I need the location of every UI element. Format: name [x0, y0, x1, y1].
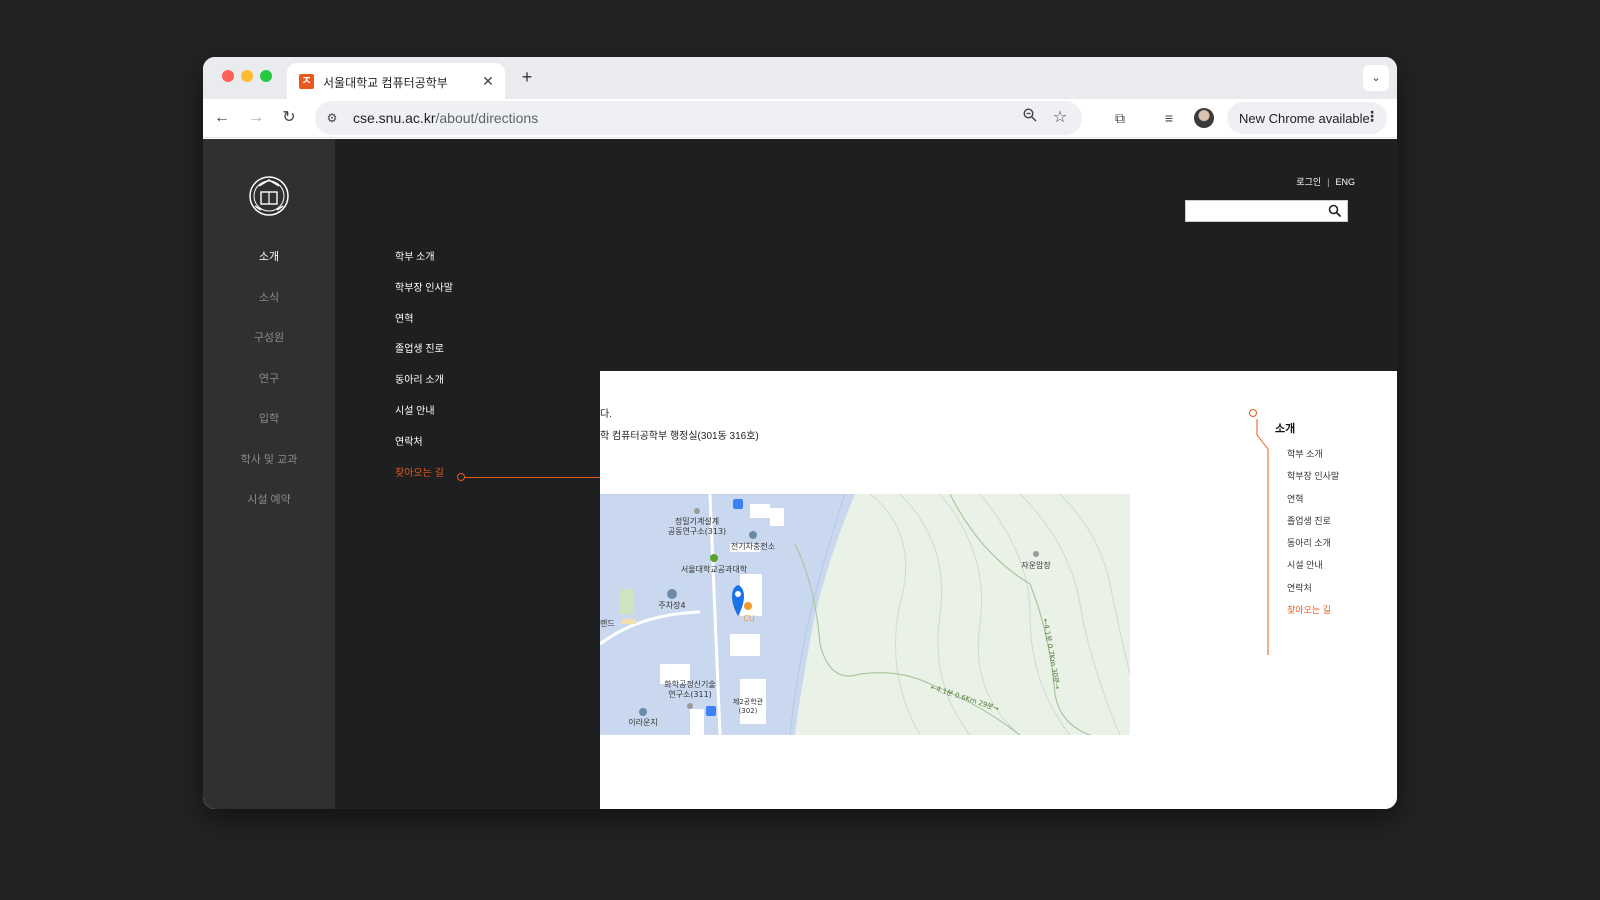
english-link[interactable]: ENG [1335, 177, 1355, 187]
tab-strip: ㅈ 서울대학교 컴퓨터공학부 ✕ + ⌄ [203, 57, 1397, 99]
toc-connector-line [1256, 419, 1269, 655]
active-tab[interactable]: ㅈ 서울대학교 컴퓨터공학부 ✕ [287, 63, 505, 99]
new-tab-button[interactable]: + [516, 66, 538, 88]
directions-text-line-1: 다. [600, 409, 612, 420]
about-submenu: 학부 소개 학부장 인사말 연혁 졸업생 진로 동아리 소개 시설 안내 연락처… [335, 139, 600, 809]
toc-item-clubs[interactable]: 동아리 소개 [1287, 536, 1339, 558]
util-separator: | [1327, 177, 1330, 187]
main-sidebar: 소개 소식 구성원 연구 입학 학사 및 교과 시설 예약 [203, 139, 335, 809]
main-nav-item-reservation[interactable]: 시설 예약 [203, 492, 335, 533]
tab-search-chevron-icon[interactable]: ⌄ [1363, 65, 1389, 91]
map-label-eng: 서울대학교공과대학 [681, 564, 748, 574]
map-label-cu: CU [743, 614, 755, 623]
main-nav-item-academics[interactable]: 학사 및 교과 [203, 452, 335, 493]
reload-icon[interactable]: ↻ [278, 107, 300, 129]
map-label-parking: 주차장4 [658, 600, 685, 610]
back-arrow-icon[interactable]: ← [211, 107, 233, 129]
toc-item-intro[interactable]: 학부 소개 [1287, 447, 1339, 469]
submenu-item-history[interactable]: 연혁 [395, 313, 453, 344]
submenu-item-directions[interactable]: 찾아오는 길 [395, 467, 453, 498]
snu-favicon-icon: ㅈ [299, 74, 314, 89]
directions-text-line-2: 학 컴퓨터공학부 행정실(301동 316호) [600, 431, 759, 442]
zoom-icon[interactable] [1020, 108, 1040, 128]
extensions-puzzle-icon[interactable]: ⧉ [1109, 107, 1131, 129]
page-header-band: 로그인 | ENG [600, 139, 1397, 371]
browser-toolbar: ← → ↻ ⚙ cse.snu.ac.kr/about/directions ☆… [203, 99, 1397, 138]
update-label: New Chrome available [1239, 111, 1370, 126]
kebab-menu-icon[interactable]: ⋮ [1365, 108, 1379, 125]
map-label-chem-2: 연구소(311) [668, 690, 712, 699]
toc-title: 소개 [1275, 423, 1296, 435]
submenu-active-indicator-dot [457, 473, 465, 481]
map-label-jayun: 자운암장 [1021, 560, 1051, 570]
close-window-button[interactable] [222, 70, 234, 82]
main-nav-item-news[interactable]: 소식 [203, 290, 335, 331]
url-text[interactable]: cse.snu.ac.kr/about/directions [353, 110, 538, 126]
toc-item-history[interactable]: 연혁 [1287, 492, 1339, 514]
map-label-precision: 정밀기계설계 [675, 516, 719, 526]
media-control-icon[interactable]: ≡ [1158, 107, 1180, 129]
site-search-input[interactable] [1185, 200, 1348, 222]
main-nav: 소개 소식 구성원 연구 입학 학사 및 교과 시설 예약 [203, 249, 335, 533]
submenu-item-intro[interactable]: 학부 소개 [395, 251, 453, 282]
profile-avatar[interactable] [1194, 108, 1214, 128]
site-settings-icon[interactable]: ⚙ [323, 109, 341, 127]
chrome-update-button[interactable]: New Chrome available ⋮ [1227, 102, 1387, 134]
minimize-window-button[interactable] [241, 70, 253, 82]
map-label-land: 랜드 [600, 618, 615, 628]
url-path: /about/directions [435, 110, 539, 126]
map-label-chem: 화학공정신기술 [664, 679, 716, 689]
map-label-precision-2: 공동연구소(313) [668, 527, 726, 536]
submenu-list: 학부 소개 학부장 인사말 연혁 졸업생 진로 동아리 소개 시설 안내 연락처… [395, 251, 453, 497]
forward-arrow-icon[interactable]: → [245, 107, 267, 129]
main-nav-item-research[interactable]: 연구 [203, 371, 335, 412]
submenu-item-facilities[interactable]: 시설 안내 [395, 405, 453, 436]
main-nav-item-members[interactable]: 구성원 [203, 330, 335, 371]
toc-list: 학부 소개 학부장 인사말 연혁 졸업생 진로 동아리 소개 시설 안내 연락처… [1287, 447, 1339, 625]
web-page: 소개 소식 구성원 연구 입학 학사 및 교과 시설 예약 학부 소개 학부장 … [203, 139, 1397, 809]
search-icon[interactable] [1328, 204, 1342, 218]
login-link[interactable]: 로그인 [1296, 177, 1321, 187]
bookmark-star-icon[interactable]: ☆ [1050, 108, 1070, 128]
browser-window: ㅈ 서울대학교 컴퓨터공학부 ✕ + ⌄ ← → ↻ ⚙ cse.snu.ac.… [203, 57, 1397, 809]
toc-item-facilities[interactable]: 시설 안내 [1287, 558, 1339, 580]
map-label-power: 전기차충전소 [731, 541, 775, 551]
map-label-eng2-num: (302) [739, 707, 758, 715]
submenu-item-contact[interactable]: 연락처 [395, 436, 453, 467]
submenu-active-indicator-line [461, 477, 600, 478]
campus-map[interactable]: 정밀기계설계 공동연구소(313) 전기차충전소 서울대학교공과대학 주차장4 … [600, 494, 1130, 735]
address-bar[interactable]: ⚙ cse.snu.ac.kr/about/directions ☆ [315, 101, 1082, 135]
utility-links: 로그인 | ENG [1296, 175, 1355, 188]
side-table-of-contents: 소개 학부 소개 학부장 인사말 연혁 졸업생 진로 동아리 소개 시설 안내 … [1249, 409, 1379, 659]
toc-item-greeting[interactable]: 학부장 인사말 [1287, 469, 1339, 491]
toc-item-contact[interactable]: 연락처 [1287, 581, 1339, 603]
main-nav-item-about[interactable]: 소개 [203, 249, 335, 290]
toc-item-directions[interactable]: 찾아오는 길 [1287, 603, 1339, 625]
toc-dot [1249, 409, 1257, 417]
snu-logo-icon[interactable] [247, 174, 291, 218]
submenu-item-greeting[interactable]: 학부장 인사말 [395, 282, 453, 313]
tab-close-icon[interactable]: ✕ [479, 72, 497, 90]
url-host: cse.snu.ac.kr [353, 110, 436, 126]
toc-item-careers[interactable]: 졸업생 진로 [1287, 514, 1339, 536]
maximize-window-button[interactable] [260, 70, 272, 82]
tab-title: 서울대학교 컴퓨터공학부 [323, 76, 448, 90]
map-label-irun: 이라운지 [628, 717, 657, 727]
map-label-eng2: 제2공학관 [733, 697, 764, 706]
submenu-item-clubs[interactable]: 동아리 소개 [395, 374, 453, 405]
main-nav-item-admission[interactable]: 입학 [203, 411, 335, 452]
submenu-item-careers[interactable]: 졸업생 진로 [395, 343, 453, 374]
